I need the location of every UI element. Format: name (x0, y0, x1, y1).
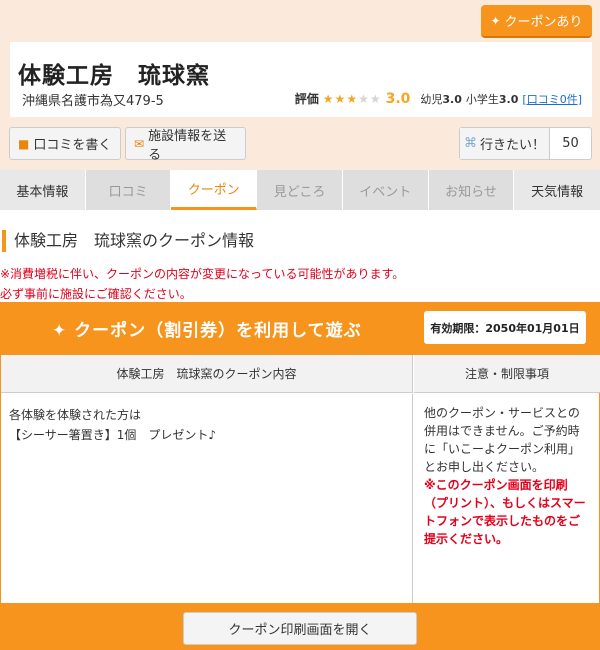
star-rating-icon: ★★★★★ (322, 91, 382, 106)
coupon-table: 体験工房 琉球窯のクーポン内容 注意・制限事項 各体験を体験された方は 【シーサ… (0, 355, 600, 603)
send-info-label: 施設情報を送る (148, 128, 227, 163)
want-to-go-widget: ⌘ 行きたい！ 50 (459, 127, 592, 160)
rating-score: 3.0 (385, 90, 411, 107)
facility-tabs: 基本情報 口コミ クーポン 見どころ イベント お知らせ 天気情報 (0, 170, 600, 210)
open-print-view-button[interactable]: クーポン印刷画面を開く (183, 612, 417, 645)
facility-name: 体験工房 琉球窯 (18, 63, 210, 89)
confirm-notice: 必ず事前に施設にご確認ください。 (0, 287, 192, 301)
tab-news[interactable]: お知らせ (429, 170, 515, 210)
coupon-header-band: ✦ クーポン（割引券）を利用して遊ぶ 有効期限：2050年01月01日 (0, 302, 600, 355)
coupon-content: 体験工房 琉球窯のクーポン情報 ※消費増税に伴い、クーポンの内容が変更になってい… (0, 210, 600, 650)
paperclip-icon: ⌘ (463, 136, 477, 151)
restriction-warning: ※このクーポン画面を印刷（プリント）、もしくはスマートフォンで表示したものをご提… (424, 478, 586, 546)
want-to-go-count: 50 (562, 136, 579, 151)
send-info-button[interactable]: ✉ 施設情報を送る (125, 127, 246, 163)
facility-address: 沖縄県名護市為又479-5 (22, 94, 164, 109)
speech-bubble-icon: ■ (18, 136, 30, 151)
restriction-text: 他のクーポン・サービスとの併用はできません。ご予約時に「いこーよクーポン利用」と… (424, 406, 581, 474)
restrictions-cell: 他のクーポン・サービスとの併用はできません。ご予約時に「いこーよクーポン利用」と… (414, 394, 600, 603)
reviews-link[interactable]: [口コミ0件] (522, 91, 582, 107)
write-review-label: 口コミを書く (33, 138, 112, 153)
elementary-rating: 小学生3.0 (465, 92, 519, 106)
tab-events[interactable]: イベント (343, 170, 429, 210)
coupon-band-title: ✦ クーポン（割引券）を利用して遊ぶ (52, 321, 362, 341)
restrictions-column-header: 注意・制限事項 (414, 355, 600, 393)
coupon-content-line: 各体験を体験された方は (9, 408, 142, 422)
infant-rating: 幼児3.0 (420, 92, 462, 106)
coupon-content-cell: 各体験を体験された方は 【シーサー箸置き】1個 プレゼント♪ (1, 394, 413, 603)
want-to-go-button[interactable]: ⌘ 行きたい！ (460, 128, 550, 159)
section-title: 体験工房 琉球窯のクーポン情報 (2, 230, 254, 252)
print-band: クーポン印刷画面を開く (0, 603, 600, 650)
coupon-available-badge[interactable]: ✦ クーポンあり (481, 5, 592, 38)
write-review-button[interactable]: ■ 口コミを書く (9, 127, 121, 160)
envelope-icon: ✉ (134, 136, 145, 151)
coupon-content-line: 【シーサー箸置き】1個 プレゼント♪ (9, 428, 217, 442)
tab-basic-info[interactable]: 基本情報 (0, 170, 86, 210)
tab-reviews[interactable]: 口コミ (86, 170, 172, 210)
rating-label: 評価 (294, 92, 319, 106)
rating-summary: 評価 ★★★★★ 3.0 幼児3.0 小学生3.0 [口コミ0件] (295, 90, 582, 107)
tax-notice: ※消費増税に伴い、クーポンの内容が変更になっている可能性があります。 (0, 267, 405, 281)
sparkle-icon: ✦ (490, 13, 501, 28)
facility-header: 体験工房 琉球窯 沖縄県名護市為又479-5 評価 ★★★★★ 3.0 幼児3.… (10, 42, 592, 117)
want-to-go-label: 行きたい！ (479, 138, 545, 153)
tab-weather[interactable]: 天気情報 (514, 170, 600, 210)
expiry-date: 有効期限：2050年01月01日 (424, 311, 586, 344)
tab-highlights[interactable]: 見どころ (257, 170, 343, 210)
coupon-available-label: クーポンあり (504, 15, 583, 30)
tab-coupon[interactable]: クーポン (171, 170, 258, 210)
content-column-header: 体験工房 琉球窯のクーポン内容 (1, 355, 413, 393)
